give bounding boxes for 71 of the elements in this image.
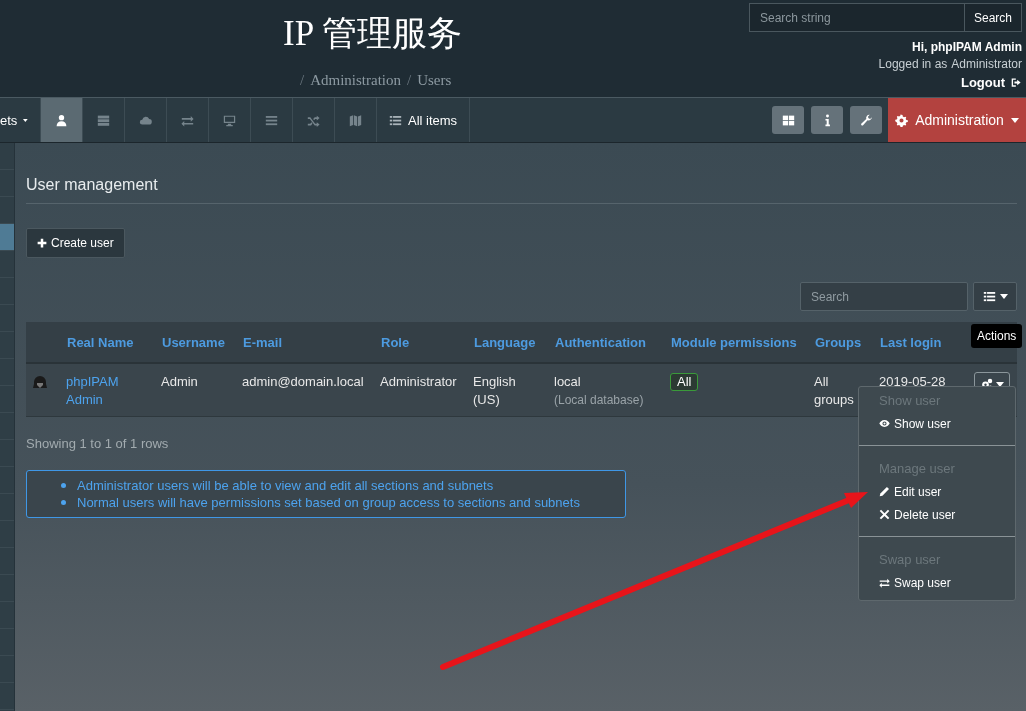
logout-link[interactable]: Logout: [960, 75, 1022, 90]
column-header[interactable]: Real Name: [67, 334, 134, 350]
column-header[interactable]: Role: [381, 334, 410, 350]
search-button[interactable]: Search: [964, 3, 1022, 32]
toolbar-button[interactable]: [772, 106, 804, 134]
bullet-icon: [61, 500, 66, 505]
breadcrumb-separator: /: [407, 72, 412, 89]
greeting: Hi, phpIPAM Admin: [912, 40, 1022, 54]
wrench-icon: [859, 113, 873, 127]
page-title: User management: [26, 176, 1017, 204]
plus-icon: [37, 238, 47, 248]
caret-icon: [999, 294, 1008, 299]
caret-icon: [1010, 117, 1019, 123]
permission-badge: All: [670, 373, 699, 391]
table-cell: Admin: [161, 374, 198, 389]
auth-note: (Local database): [554, 392, 644, 409]
column-header[interactable]: Username: [162, 334, 225, 350]
logout-icon: [1011, 77, 1022, 88]
search-field[interactable]: Search string: [748, 3, 965, 32]
breadcrumb-separator: /: [300, 72, 305, 89]
table-cell: Administrator: [380, 374, 457, 389]
map-icon: [349, 113, 362, 127]
close-icon: [879, 509, 890, 520]
eye-icon: [879, 418, 890, 429]
column-header[interactable]: Authentication: [555, 334, 646, 350]
nav-tab[interactable]: [41, 98, 83, 142]
app-title: IP 管理服务: [283, 13, 462, 55]
table-cell: admin@domain.local: [242, 374, 364, 389]
column-header[interactable]: Last login: [880, 334, 942, 350]
grid-icon: [781, 113, 795, 127]
breadcrumb-link[interactable]: Users: [417, 72, 452, 89]
toolbar-button[interactable]: [811, 106, 843, 134]
menu-icon: [265, 113, 278, 127]
pencil-icon: [879, 486, 890, 497]
helmet-avatar-icon: [32, 374, 48, 390]
toolbar-button[interactable]: [850, 106, 882, 134]
administration-menu[interactable]: Administration: [888, 98, 1026, 142]
breadcrumb-link[interactable]: Administration: [310, 72, 401, 89]
columns-button[interactable]: [973, 282, 1017, 311]
menu-item[interactable]: Delete user: [879, 503, 956, 526]
menu-item[interactable]: Edit user: [879, 480, 942, 503]
desktop-icon: [223, 113, 236, 127]
server-icon: [97, 113, 110, 127]
actions-tooltip: Actions: [971, 324, 1023, 348]
all-items-tab[interactable]: All items: [377, 98, 471, 142]
create-user-button[interactable]: Create user: [26, 228, 125, 258]
gear-icon: [895, 113, 909, 127]
user-role: Administrator: [951, 57, 1022, 71]
table-cell: English (US): [473, 374, 516, 407]
logged-in-label: Logged in as: [878, 57, 948, 71]
table-cell: local: [554, 373, 581, 391]
menu-item[interactable]: Show user: [879, 412, 951, 435]
exchange-icon: [879, 577, 890, 588]
info-note: Administrator users will be able to view and edit all sections and subnets: [77, 478, 494, 493]
column-header[interactable]: E-mail: [243, 334, 282, 350]
bullet-icon: [61, 483, 66, 488]
info-note: Normal users will have permissions set based on group access to sections and subnets: [77, 495, 580, 510]
column-header[interactable]: Language: [474, 334, 536, 350]
caret-icon: [23, 117, 28, 123]
column-header[interactable]: Groups: [815, 334, 862, 350]
table-cell: 2019-05-28: [879, 374, 946, 389]
table-cell: All groups: [814, 374, 854, 407]
table-search-field[interactable]: Search: [800, 282, 968, 311]
menu-item[interactable]: Swap user: [879, 571, 951, 594]
real-name-link[interactable]: phpIPAM Admin: [66, 373, 150, 409]
pagination-info: Showing 1 to 1 of 1 rows: [26, 436, 170, 451]
user-icon: [55, 113, 68, 127]
list-icon: [389, 113, 402, 127]
shuffle-icon: [307, 113, 320, 127]
list-icon: [982, 290, 996, 303]
column-header[interactable]: Module permissions: [671, 334, 797, 350]
